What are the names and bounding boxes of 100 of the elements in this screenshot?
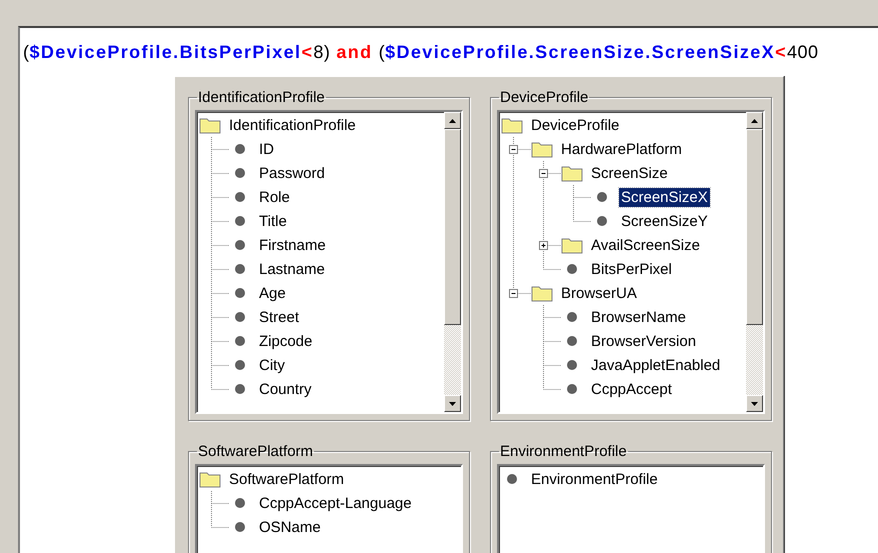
- tree-item[interactable]: Zipcode: [257, 332, 314, 350]
- tree-item[interactable]: IdentificationProfile: [227, 116, 358, 134]
- expression-token: $DeviceProfile.ScreenSize.ScreenSizeX: [385, 42, 776, 63]
- folder-icon: [531, 284, 553, 302]
- tree-item[interactable]: OSName: [257, 518, 323, 536]
- scroll-thumb[interactable]: [444, 129, 461, 325]
- tree-connector: [211, 257, 229, 281]
- folder-icon: [531, 140, 553, 158]
- scroll-up-button[interactable]: [746, 112, 763, 129]
- tree-item[interactable]: ScreenSizeY: [619, 212, 710, 230]
- scroll-thumb[interactable]: [746, 129, 763, 325]
- bullet-icon: [566, 335, 578, 347]
- group-title: SoftwarePlatform: [197, 443, 314, 460]
- scroll-down-button[interactable]: [444, 395, 461, 412]
- group-title: IdentificationProfile: [197, 89, 326, 106]
- expression-token: (: [378, 42, 386, 63]
- tree-item[interactable]: BitsPerPixel: [589, 260, 674, 278]
- tree-item[interactable]: Password: [257, 164, 327, 182]
- bullet-icon: [566, 359, 578, 371]
- tree-item[interactable]: Role: [257, 188, 292, 206]
- bullet-icon: [234, 311, 246, 323]
- tree-item[interactable]: CcppAccept-Language: [257, 494, 414, 512]
- scroll-up-button[interactable]: [444, 112, 461, 129]
- tree-item[interactable]: Firstname: [257, 236, 328, 254]
- expression-token: <: [301, 42, 314, 63]
- folder-icon: [199, 470, 221, 488]
- down-arrow-icon: [449, 402, 456, 406]
- expand-toggle[interactable]: [539, 241, 548, 250]
- bullet-icon: [566, 383, 578, 395]
- bullet-icon: [234, 359, 246, 371]
- bullet-icon: [234, 287, 246, 299]
- tree-connector: [211, 329, 229, 353]
- tree-item[interactable]: ID: [257, 140, 276, 158]
- bullet-icon: [234, 191, 246, 203]
- tree-item[interactable]: Age: [257, 284, 288, 302]
- expression-token: and: [336, 42, 373, 63]
- collapse-toggle[interactable]: [509, 289, 518, 298]
- scroll-down-button[interactable]: [746, 395, 763, 412]
- tree-item[interactable]: AvailScreenSize: [589, 236, 702, 254]
- tree-item[interactable]: HardwarePlatform: [559, 140, 684, 158]
- bullet-icon: [506, 473, 518, 485]
- tree-view[interactable]: EnvironmentProfile: [497, 464, 765, 553]
- tree-item[interactable]: SoftwarePlatform: [227, 470, 346, 488]
- folder-icon: [561, 164, 583, 182]
- up-arrow-icon: [449, 118, 456, 122]
- tree-connector: [211, 281, 229, 305]
- scrollbar[interactable]: [746, 112, 763, 412]
- bullet-icon: [566, 311, 578, 323]
- down-arrow-icon: [751, 402, 758, 406]
- bullet-icon: [234, 215, 246, 227]
- expression-token: (: [23, 42, 30, 63]
- tree-item[interactable]: ScreenSizeX: [619, 188, 710, 206]
- expression-editor[interactable]: [18, 26, 878, 553]
- tree-item[interactable]: Country: [257, 380, 314, 398]
- tree-view[interactable]: DeviceProfile HardwarePlatform ScreenSize ScreenSizeX ScreenSizeY AvailScreenSize BitsPerPixel BrowserUA BrowserName BrowserVersion JavaAppletEnabled CcppAccept: [497, 110, 765, 414]
- collapse-toggle[interactable]: [539, 169, 548, 178]
- bullet-icon: [234, 521, 246, 533]
- tree-connector: [211, 137, 229, 161]
- collapse-toggle[interactable]: [509, 145, 518, 154]
- scrollbar[interactable]: [444, 112, 461, 412]
- tree-item[interactable]: City: [257, 356, 287, 374]
- folder-icon: [561, 236, 583, 254]
- tree-connector: [211, 233, 229, 257]
- bullet-icon: [596, 215, 608, 227]
- bullet-icon: [234, 239, 246, 251]
- bullet-icon: [234, 497, 246, 509]
- bullet-icon: [234, 383, 246, 395]
- tree-connector: [211, 305, 229, 329]
- bullet-icon: [234, 335, 246, 347]
- tree-connector: [543, 329, 561, 353]
- tree-item[interactable]: JavaAppletEnabled: [589, 356, 722, 374]
- group-title: DeviceProfile: [499, 89, 590, 106]
- folder-icon: [199, 116, 221, 134]
- tree-item[interactable]: Street: [257, 308, 302, 326]
- bullet-icon: [234, 143, 246, 155]
- bullet-icon: [596, 191, 608, 203]
- tree-view[interactable]: SoftwarePlatform CcppAccept-Language OSName: [195, 464, 463, 553]
- tree-connector: [211, 161, 229, 185]
- group-title: EnvironmentProfile: [499, 443, 628, 460]
- expression-token: 400: [787, 42, 819, 63]
- tree-item[interactable]: CcppAccept: [589, 380, 674, 398]
- tree-connector: [211, 185, 229, 209]
- bullet-icon: [566, 263, 578, 275]
- expression-token: <: [775, 42, 787, 63]
- folder-icon: [501, 116, 523, 134]
- tree-item[interactable]: Lastname: [257, 260, 327, 278]
- expression-token: $DeviceProfile.BitsPerPixel: [30, 42, 302, 63]
- tree-connector: [543, 305, 561, 329]
- tree-connector: [211, 209, 229, 233]
- tree-item[interactable]: BrowserVersion: [589, 332, 698, 350]
- tree-view[interactable]: IdentificationProfile ID Password Role Title Firstname Lastname Age Street Zipcode City Country: [195, 110, 463, 414]
- tree-item[interactable]: EnvironmentProfile: [529, 470, 660, 488]
- tree-item[interactable]: Title: [257, 212, 289, 230]
- tree-item[interactable]: BrowserUA: [559, 284, 639, 302]
- tree-item[interactable]: DeviceProfile: [529, 116, 622, 134]
- up-arrow-icon: [751, 118, 758, 122]
- tree-item[interactable]: ScreenSize: [589, 164, 670, 182]
- expression-token: 8): [313, 42, 330, 63]
- bullet-icon: [234, 167, 246, 179]
- tree-item[interactable]: BrowserName: [589, 308, 688, 326]
